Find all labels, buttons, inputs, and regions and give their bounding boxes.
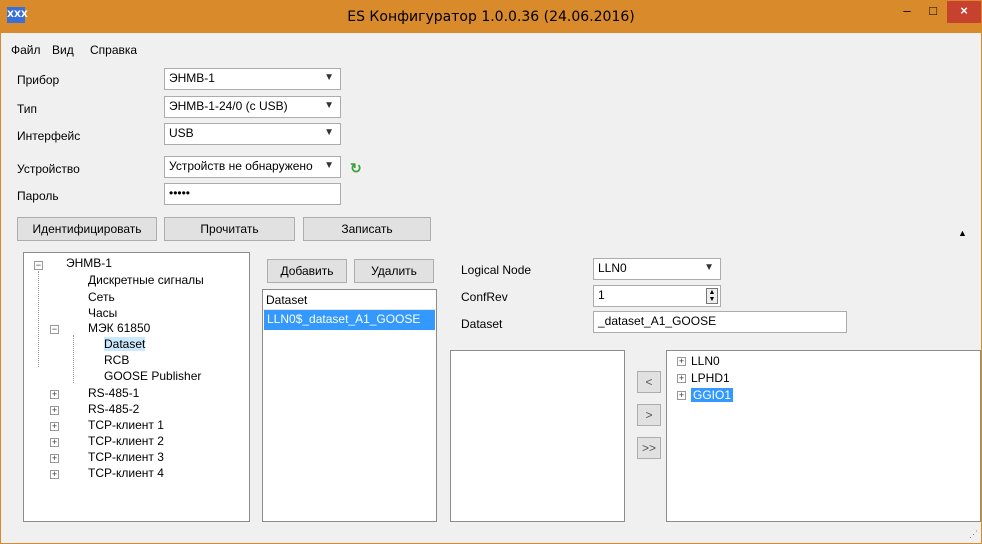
expand-node-icon[interactable]: + bbox=[50, 422, 59, 431]
dataset-list-item[interactable]: LLN0$_dataset_A1_GOOSE bbox=[264, 310, 435, 330]
dataset-list[interactable]: Dataset LLN0$_dataset_A1_GOOSE bbox=[262, 289, 437, 522]
confrev-label: ConfRev bbox=[461, 290, 508, 304]
write-button[interactable]: Записать bbox=[303, 217, 431, 241]
read-button[interactable]: Прочитать bbox=[164, 217, 295, 241]
chevron-down-icon: ▼ bbox=[324, 160, 334, 171]
move-right-button[interactable]: > bbox=[637, 404, 661, 426]
minimize-button[interactable]: – bbox=[894, 1, 920, 23]
tree-node-iec[interactable]: МЭК 61850 bbox=[88, 321, 150, 335]
source-node-lln0[interactable]: LLN0 bbox=[691, 354, 720, 368]
password-field[interactable]: ••••• bbox=[164, 183, 341, 205]
chevron-down-icon: ▼ bbox=[324, 100, 334, 111]
expand-node-icon[interactable]: + bbox=[677, 357, 686, 366]
collapse-node-icon[interactable]: − bbox=[50, 325, 59, 334]
tree-connector bbox=[38, 271, 39, 367]
menu-file[interactable]: Файл bbox=[11, 43, 41, 57]
tree-node-rcb[interactable]: RCB bbox=[104, 353, 129, 367]
interface-select[interactable]: USB ▼ bbox=[164, 123, 341, 145]
expand-node-icon[interactable]: + bbox=[677, 374, 686, 383]
menu-help[interactable]: Справка bbox=[90, 43, 137, 57]
close-button[interactable]: × bbox=[947, 1, 981, 23]
remove-button[interactable]: Удалить bbox=[354, 259, 434, 283]
expand-node-icon[interactable]: + bbox=[50, 390, 59, 399]
menu-view[interactable]: Вид bbox=[52, 43, 74, 57]
source-node-ggio1[interactable]: GGIO1 bbox=[691, 388, 734, 402]
type-select-value: ЭНМВ-1-24/0 (с USB) bbox=[169, 99, 288, 113]
dataset-label: Dataset bbox=[461, 317, 503, 331]
logical-node-select[interactable]: LLN0 ▼ bbox=[593, 258, 721, 280]
chevron-down-icon: ▼ bbox=[704, 262, 714, 273]
expand-node-icon[interactable]: + bbox=[677, 391, 686, 400]
device-label: Прибор bbox=[17, 73, 60, 87]
type-select[interactable]: ЭНМВ-1-24/0 (с USB) ▼ bbox=[164, 96, 341, 118]
tree-node-goose[interactable]: GOOSE Publisher bbox=[104, 369, 201, 383]
tree-node-tcp4[interactable]: TCP-клиент 4 bbox=[88, 466, 164, 480]
tree-node-net[interactable]: Сеть bbox=[88, 290, 115, 304]
spinner-icon[interactable]: ▲ ▼ bbox=[706, 288, 718, 304]
dataset-name-field[interactable]: _dataset_A1_GOOSE bbox=[593, 311, 847, 333]
window-title: ES Конфигуратор 1.0.0.36 (24.06.2016) bbox=[347, 9, 635, 25]
expand-node-icon[interactable]: + bbox=[50, 406, 59, 415]
confrev-field[interactable]: 1 ▲ ▼ bbox=[593, 285, 721, 307]
move-left-button[interactable]: < bbox=[637, 371, 661, 393]
unit-label: Устройство bbox=[17, 162, 80, 176]
identify-button[interactable]: Идентифицировать bbox=[17, 217, 157, 241]
password-label: Пароль bbox=[17, 189, 59, 203]
tree-node-discrete[interactable]: Дискретные сигналы bbox=[88, 273, 204, 287]
source-node-ggio1-label: GGIO1 bbox=[691, 388, 734, 402]
expand-node-icon[interactable]: + bbox=[50, 438, 59, 447]
source-tree[interactable]: + LLN0 + LPHD1 + GGIO1 bbox=[666, 350, 981, 522]
logical-node-label: Logical Node bbox=[461, 263, 532, 277]
source-node-lphd1[interactable]: LPHD1 bbox=[691, 371, 730, 385]
resize-grip-icon[interactable]: ⋰ bbox=[969, 529, 978, 540]
logical-node-value: LLN0 bbox=[598, 261, 627, 275]
tree-node-root[interactable]: ЭНМВ-1 bbox=[66, 256, 112, 270]
device-tree[interactable]: − ЭНМВ-1 Дискретные сигналы Сеть Часы − … bbox=[23, 252, 250, 522]
unit-select-value: Устройств не обнаружено bbox=[169, 159, 313, 173]
dataset-list-header: Dataset bbox=[263, 290, 436, 310]
tree-connector bbox=[73, 335, 74, 383]
chevron-down-icon: ▼ bbox=[324, 127, 334, 138]
confrev-value: 1 bbox=[598, 288, 605, 302]
tree-node-rs2[interactable]: RS-485-2 bbox=[88, 402, 139, 416]
tree-node-tcp2[interactable]: TCP-клиент 2 bbox=[88, 434, 164, 448]
device-select-value: ЭНМВ-1 bbox=[169, 71, 215, 85]
maximize-button[interactable]: □ bbox=[920, 1, 946, 23]
expand-node-icon[interactable]: + bbox=[50, 454, 59, 463]
tree-node-clock[interactable]: Часы bbox=[88, 306, 117, 320]
add-button[interactable]: Добавить bbox=[267, 259, 347, 283]
dataset-members-list[interactable] bbox=[450, 350, 625, 522]
device-select[interactable]: ЭНМВ-1 ▼ bbox=[164, 68, 341, 90]
tree-node-rs1[interactable]: RS-485-1 bbox=[88, 386, 139, 400]
collapse-icon[interactable]: ▲ bbox=[958, 228, 967, 238]
chevron-down-icon: ▼ bbox=[324, 72, 334, 83]
tree-node-dataset[interactable]: Dataset bbox=[104, 337, 146, 351]
tree-node-tcp3[interactable]: TCP-клиент 3 bbox=[88, 450, 164, 464]
type-label: Тип bbox=[17, 102, 38, 116]
app-window: XXX ES Конфигуратор 1.0.0.36 (24.06.2016… bbox=[0, 0, 982, 544]
tree-node-tcp1[interactable]: TCP-клиент 1 bbox=[88, 418, 164, 432]
interface-label: Интерфейс bbox=[17, 129, 81, 143]
interface-select-value: USB bbox=[169, 126, 194, 140]
move-all-button[interactable]: >> bbox=[637, 437, 661, 459]
title-bar: XXX ES Конфигуратор 1.0.0.36 (24.06.2016… bbox=[1, 1, 981, 33]
refresh-icon[interactable]: ↻ bbox=[350, 161, 364, 175]
unit-select[interactable]: Устройств не обнаружено ▼ bbox=[164, 156, 341, 178]
expand-node-icon[interactable]: + bbox=[50, 470, 59, 479]
collapse-node-icon[interactable]: − bbox=[34, 261, 43, 270]
